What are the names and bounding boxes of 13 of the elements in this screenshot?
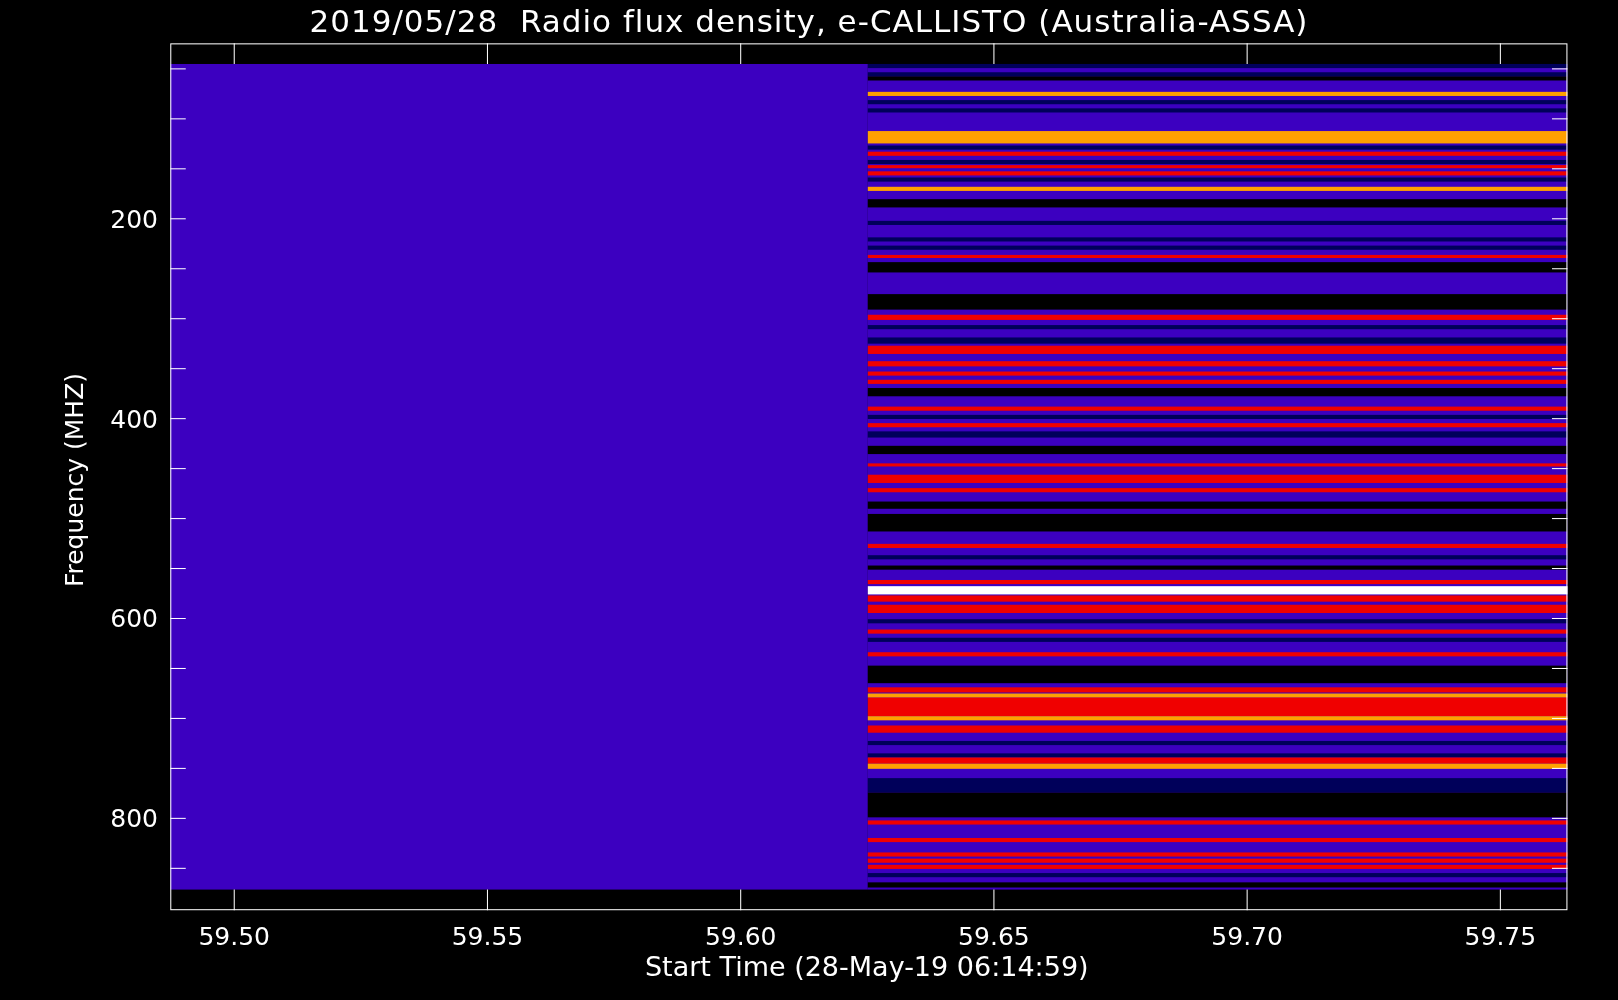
tick-label: 59.75 bbox=[1464, 921, 1537, 951]
tick-label: 800 bbox=[110, 803, 158, 833]
tick-label: 59.50 bbox=[198, 921, 270, 951]
tick-label: 59.65 bbox=[958, 921, 1030, 951]
tick-label: 59.55 bbox=[451, 921, 524, 951]
tick-label: 400 bbox=[110, 404, 158, 434]
axis-label: Start Time (28-May-19 06:14:59) bbox=[644, 950, 1089, 982]
chart-title: 2019/05/28 Radio flux density, e-CALLISTO (Australia-ASSA) bbox=[308, 2, 1310, 41]
axis-label: Frequency (MHZ) bbox=[59, 372, 89, 587]
tick-label: 600 bbox=[110, 603, 158, 633]
tick-label: 59.70 bbox=[1211, 921, 1283, 951]
tick-label: 200 bbox=[110, 204, 158, 234]
tick-label: 59.60 bbox=[704, 921, 777, 951]
